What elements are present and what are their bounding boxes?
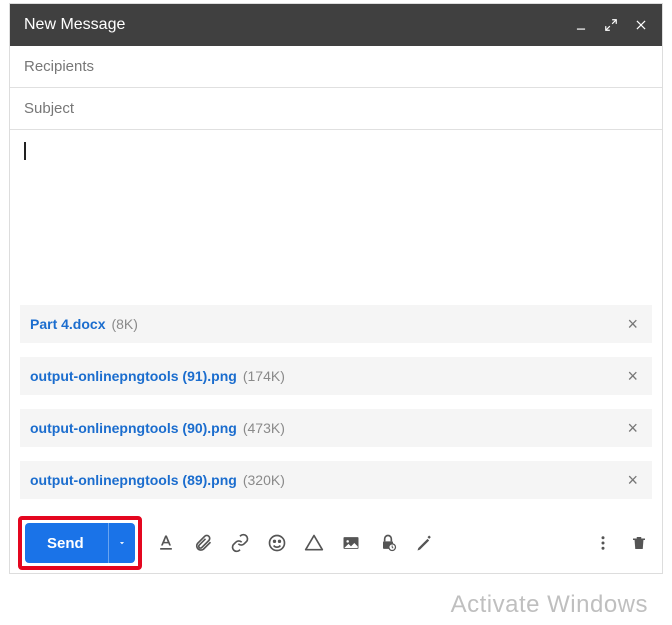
send-button[interactable]: Send <box>25 523 135 563</box>
remove-attachment-icon[interactable]: × <box>623 418 642 439</box>
image-icon[interactable] <box>341 533 361 553</box>
attachment-row[interactable]: output-onlinepngtools (89).png (320K) × <box>20 461 652 499</box>
close-icon[interactable] <box>634 18 648 32</box>
pen-icon[interactable] <box>415 533 435 553</box>
send-label: Send <box>25 523 108 563</box>
compose-window: New Message Recipients Subject Part 4.do… <box>10 4 662 573</box>
subject-field[interactable]: Subject <box>10 88 662 130</box>
compose-footer: Send <box>10 513 662 573</box>
attachments-list: Part 4.docx(8K)×output-onlinepngtools (9… <box>10 305 662 499</box>
attachment-size: (320K) <box>243 472 285 488</box>
remove-attachment-icon[interactable]: × <box>623 314 642 335</box>
emoji-icon[interactable] <box>267 533 287 553</box>
window-controls <box>574 18 648 32</box>
fullscreen-icon[interactable] <box>604 18 618 32</box>
attachment-size: (174K) <box>243 368 285 384</box>
attachment-size: (473K) <box>243 420 285 436</box>
attachment-filename: Part 4.docx <box>30 316 105 332</box>
titlebar: New Message <box>10 4 662 46</box>
attachment-filename: output-onlinepngtools (89).png <box>30 472 237 488</box>
drive-icon[interactable] <box>304 533 324 553</box>
text-cursor <box>24 142 26 160</box>
attachment-row[interactable]: output-onlinepngtools (91).png (174K) × <box>20 357 652 395</box>
trash-icon[interactable] <box>630 534 648 552</box>
send-highlight: Send <box>18 516 142 570</box>
formatting-icon[interactable] <box>156 533 176 553</box>
attachment-row[interactable]: Part 4.docx (8K) × <box>20 305 652 343</box>
attachment-row[interactable]: output-onlinepngtools (90).png (473K) × <box>20 409 652 447</box>
format-toolbar <box>156 533 435 553</box>
minimize-icon[interactable] <box>574 18 588 32</box>
remove-attachment-icon[interactable]: × <box>623 366 642 387</box>
attachment-size: (8K) <box>111 316 137 332</box>
confidential-icon[interactable] <box>378 533 398 553</box>
more-options-icon[interactable] <box>594 534 612 552</box>
windows-watermark: Activate Windows <box>451 591 648 619</box>
send-more-dropdown[interactable] <box>109 523 135 563</box>
link-icon[interactable] <box>230 533 250 553</box>
footer-right <box>594 534 648 552</box>
attach-icon[interactable] <box>193 533 213 553</box>
message-body[interactable] <box>10 130 662 305</box>
recipients-field[interactable]: Recipients <box>10 46 662 88</box>
attachment-filename: output-onlinepngtools (91).png <box>30 368 237 384</box>
attachment-filename: output-onlinepngtools (90).png <box>30 420 237 436</box>
window-title: New Message <box>24 16 574 34</box>
remove-attachment-icon[interactable]: × <box>623 470 642 491</box>
